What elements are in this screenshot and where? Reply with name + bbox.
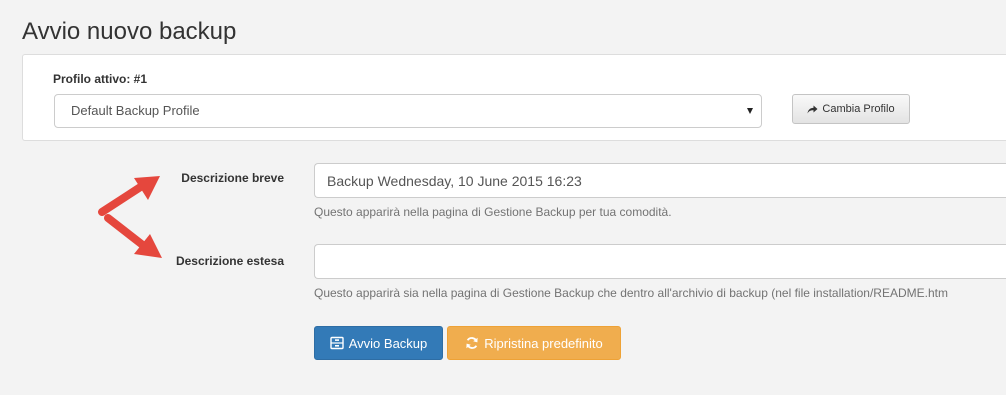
- change-profile-button[interactable]: Cambia Profilo: [792, 94, 910, 124]
- profile-select[interactable]: Default Backup Profile: [54, 94, 762, 128]
- share-icon: [807, 105, 818, 114]
- long-description-input[interactable]: [314, 244, 1006, 279]
- refresh-icon: [465, 336, 479, 350]
- reset-defaults-button[interactable]: Ripristina predefinito: [447, 326, 621, 360]
- short-description-help: Questo apparirà nella pagina di Gestione…: [314, 205, 672, 219]
- caret-down-icon: [747, 108, 753, 114]
- start-backup-label: Avvio Backup: [348, 335, 428, 351]
- profile-select-value: Default Backup Profile: [71, 103, 200, 118]
- profile-label: Profilo attivo: #1: [53, 72, 148, 86]
- change-profile-label: Cambia Profilo: [822, 103, 895, 115]
- reset-defaults-label: Ripristina predefinito: [484, 335, 603, 351]
- start-backup-button[interactable]: Avvio Backup: [314, 326, 443, 360]
- short-description-input[interactable]: [314, 163, 1006, 198]
- page-title: Avvio nuovo backup: [22, 18, 237, 45]
- long-description-help: Questo apparirà sia nella pagina di Gest…: [314, 286, 948, 300]
- profile-panel: Profilo attivo: #1 Default Backup Profil…: [22, 54, 1006, 141]
- short-description-label: Descrizione breve: [181, 171, 284, 185]
- long-description-label: Descrizione estesa: [175, 254, 284, 268]
- archive-icon: [330, 336, 344, 350]
